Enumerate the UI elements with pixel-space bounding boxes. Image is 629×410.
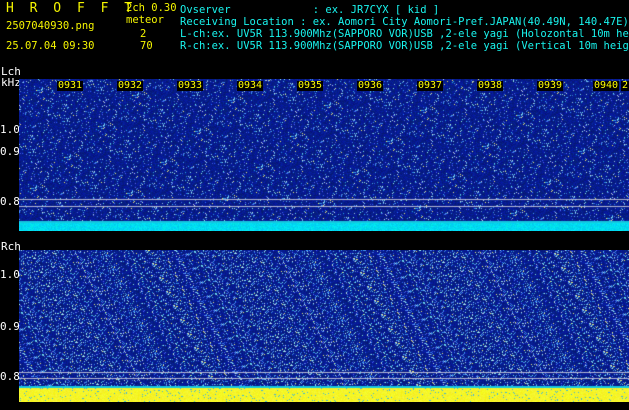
time-tick-edge: 2 (621, 80, 629, 91)
timestamp: 25.07.04 09:30 (6, 40, 95, 52)
time-tick-0936: 0936 (357, 80, 384, 91)
time-tick-0938: 0938 (477, 80, 504, 91)
lch-info-line: L-ch:ex. UV5R 113.900Mhz(SAPPORO VOR)USB… (180, 28, 629, 40)
mode-label: 2ch 0.30 (126, 2, 177, 14)
time-tick-0940: 0940 (593, 80, 620, 91)
lch-tick-1: 1.0 (0, 123, 20, 136)
app-title: H R O F F T (6, 1, 137, 16)
time-tick-0937: 0937 (417, 80, 444, 91)
rch-label: Rch (1, 240, 21, 253)
lch-unit-label: kHz (1, 76, 21, 89)
time-tick-0935: 0935 (297, 80, 324, 91)
file-name: 2507040930.png (6, 20, 95, 32)
lch-tick-2: 0.9 (0, 145, 20, 158)
location-line: Receiving Location : ex. Aomori City Aom… (180, 16, 629, 28)
mode-sub-label: meteor (126, 14, 164, 26)
rch-tick-1: 1.0 (0, 268, 20, 281)
count-lch: 2 (140, 28, 147, 40)
time-tick-0934: 0934 (237, 80, 264, 91)
time-tick-0939: 0939 (537, 80, 564, 91)
count-rch: 70 (140, 40, 153, 52)
time-tick-0932: 0932 (117, 80, 144, 91)
lch-spectrogram[interactable] (19, 79, 629, 231)
time-tick-0933: 0933 (177, 80, 204, 91)
observer-line: Ovserver : ex. JR7CYX [ kid ] (180, 4, 440, 16)
rch-spectrogram[interactable] (19, 250, 629, 402)
lch-tick-3: 0.8 (0, 195, 20, 208)
time-tick-0931: 0931 (57, 80, 84, 91)
rch-tick-2: 0.9 (0, 320, 20, 333)
rch-info-line: R-ch:ex. UV5R 113.900Mhz(SAPPORO VOR)USB… (180, 40, 629, 52)
rch-tick-3: 0.8 (0, 370, 20, 383)
